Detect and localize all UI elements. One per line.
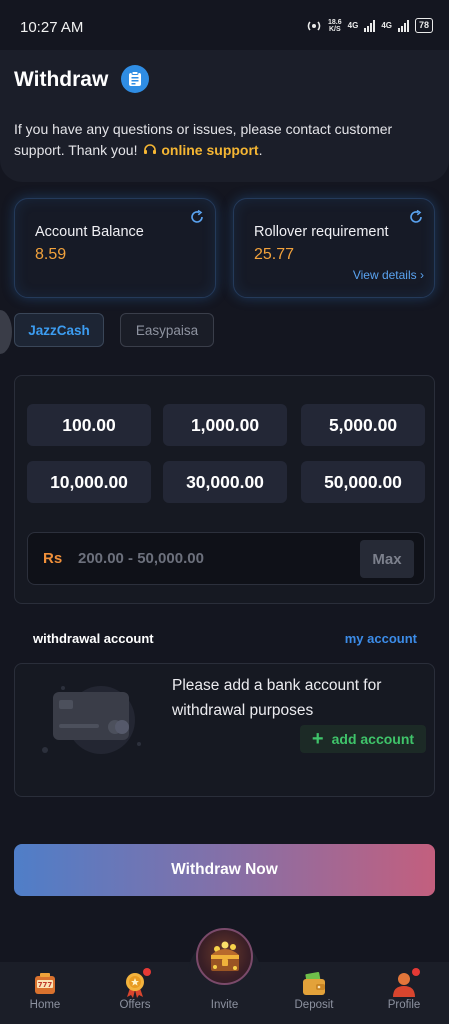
hotspot-icon [307,21,321,30]
headset-icon [144,144,157,154]
network-speed: 18.6 K/S [328,19,342,33]
account-balance-label: Account Balance [35,224,144,240]
add-account-label: add account [331,731,415,747]
support-notice: If you have any questions or issues, ple… [14,119,434,161]
wallet-icon [300,970,328,998]
view-details-label: View details [352,268,417,282]
network-type-2: 4G [381,21,392,30]
view-details-link[interactable]: View details › [353,268,424,282]
rollover-card: Rollover requirement 25.77 View details … [233,198,435,298]
notification-dot [412,968,420,976]
nav-profile[interactable]: Profile [372,968,436,1011]
network-type-1: 4G [347,21,359,30]
add-account-prompt: Please add a bank account for withdrawal… [172,677,382,719]
slot-machine-icon: 777 [31,970,59,998]
account-balance-card: Account Balance 8.59 [14,198,216,298]
amount-option[interactable]: 1,000.00 [163,404,287,446]
clipboard-icon[interactable] [121,65,149,93]
nav-offers-label: Offers [119,999,151,1011]
tab-jazzcash[interactable]: JazzCash [14,313,104,347]
chevron-right-icon: › [420,268,424,282]
nav-deposit[interactable]: Deposit [282,970,346,1011]
tab-easypaisa[interactable]: Easypaisa [120,313,214,347]
nav-offers[interactable]: Offers [103,968,167,1011]
bank-card-icon [42,686,141,754]
nav-profile-label: Profile [387,999,421,1011]
page-title: Withdraw [14,68,109,91]
speed-unit: K/S [328,25,341,33]
status-time: 10:27 AM [20,19,84,36]
amount-option[interactable]: 10,000.00 [27,461,151,503]
treasure-chest-icon [210,941,239,971]
add-account-button[interactable]: + add account [300,725,426,753]
amount-option[interactable]: 5,000.00 [301,404,425,446]
nav-home[interactable]: 777 Home [13,970,77,1011]
rollover-value: 25.77 [254,246,295,263]
account-panel: Please add a bank account for withdrawal… [14,663,435,797]
refresh-icon[interactable] [408,209,424,225]
my-account-link[interactable]: my account [345,631,417,646]
rollover-label: Rollover requirement [254,224,389,240]
withdrawal-account-label: withdrawal account [33,631,154,646]
online-support-link[interactable]: online support [161,142,258,158]
signal-icon-1 [364,19,376,32]
drag-handle[interactable] [0,310,12,354]
svg-text:777: 777 [38,981,53,989]
withdraw-now-button[interactable]: Withdraw Now [14,844,435,896]
user-icon [390,968,420,998]
nav-invite[interactable] [196,928,253,985]
currency-label: Rs [43,550,63,567]
max-button[interactable]: Max [360,540,414,578]
battery-icon: 78 [414,18,433,33]
header-panel: Withdraw If you have any questions or is… [0,50,449,182]
amount-placeholder: 200.00 - 50,000.00 [78,550,204,567]
nav-home-label: Home [29,999,61,1011]
medal-icon [121,968,151,998]
notification-dot [143,968,151,976]
nav-invite-label: Invite [210,999,239,1011]
account-balance-value: 8.59 [35,246,67,263]
amount-panel: 100.00 1,000.00 5,000.00 10,000.00 30,00… [14,375,435,604]
refresh-icon[interactable] [189,209,205,225]
amount-option[interactable]: 100.00 [27,404,151,446]
amount-option[interactable]: 50,000.00 [301,461,425,503]
status-icons: 18.6 K/S 4G 4G 78 [306,18,433,33]
status-bar: 10:27 AM 18.6 K/S 4G 4G 78 [0,0,449,50]
amount-option[interactable]: 30,000.00 [163,461,287,503]
plus-icon: + [311,728,324,750]
nav-deposit-label: Deposit [294,999,334,1011]
signal-icon-2 [397,19,409,32]
amount-input[interactable]: Rs 200.00 - 50,000.00 Max [27,532,425,585]
speed-value: 18.6 [328,18,342,26]
notice-suffix: . [258,142,263,158]
